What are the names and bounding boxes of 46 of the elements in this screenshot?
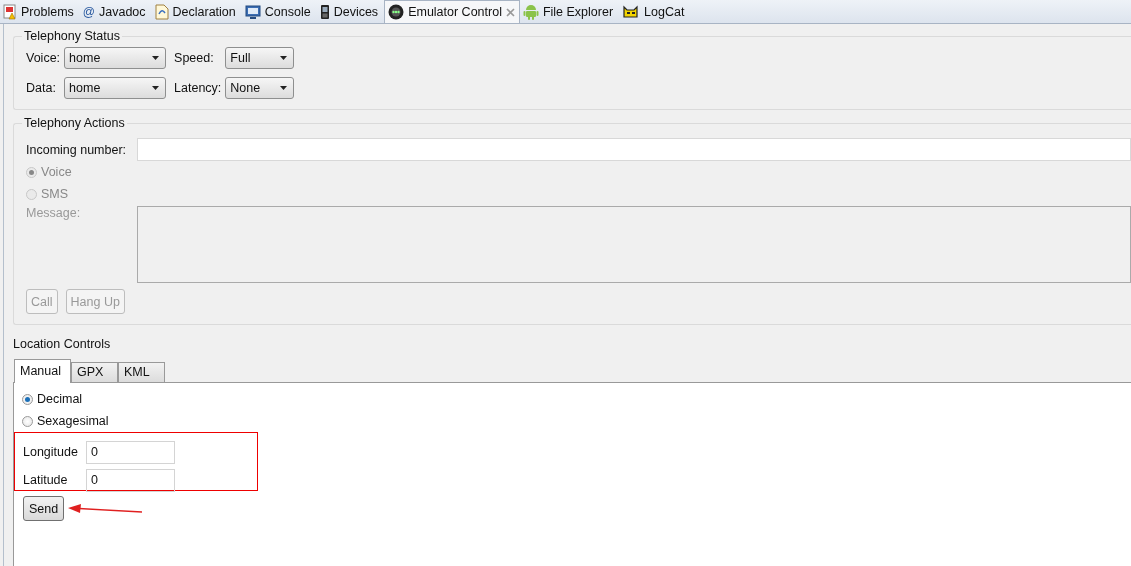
view-tab[interactable]: LogCat — [619, 0, 691, 23]
close-icon — [505, 7, 515, 17]
field-label: Incoming number: — [26, 142, 128, 157]
radio-button[interactable]: Decimal — [14, 388, 1131, 410]
dropdown[interactable]: Full — [225, 47, 295, 69]
coordinate-field[interactable]: 0 — [86, 440, 175, 464]
warning-document-icon — [3, 3, 17, 20]
incoming-number-field[interactable] — [137, 138, 1131, 161]
coordinate-field[interactable]: 0 — [86, 468, 175, 492]
message-field[interactable] — [137, 206, 1131, 283]
send-button[interactable]: Send — [23, 496, 65, 521]
field-label: Message: — [26, 206, 82, 220]
caret-icon — [152, 86, 160, 90]
view-tab[interactable]: Problems — [0, 0, 80, 23]
dropdown[interactable]: None — [225, 77, 295, 99]
caret-icon — [152, 56, 160, 60]
caret-icon — [280, 86, 288, 90]
field-label: Longitude — [23, 445, 79, 459]
round-device-icon — [388, 4, 405, 20]
document-icon — [154, 3, 169, 20]
view-tab[interactable]: Devices — [316, 0, 385, 23]
dropdown[interactable]: home — [64, 77, 167, 99]
phone-icon — [319, 3, 330, 20]
group-title: Telephony Actions — [23, 116, 126, 130]
view-tab[interactable]: Console — [241, 0, 317, 23]
field-label: Latency: — [174, 81, 222, 95]
view-tab[interactable]: Emulator Control — [384, 0, 520, 23]
field-label: Voice: — [26, 51, 61, 65]
view-tab[interactable]: @ Javadoc — [79, 0, 152, 23]
robot-icon — [522, 3, 539, 20]
at-sign-icon: @ — [82, 4, 95, 19]
field-label: Speed: — [174, 51, 215, 65]
monitor-icon — [244, 3, 261, 20]
field-label: Data: — [26, 81, 57, 95]
section-title: Location Controls — [13, 337, 112, 353]
view-tab[interactable]: Declaration — [151, 0, 242, 23]
view-tab[interactable]: File Explorer — [519, 0, 620, 23]
field-label: Latitude — [23, 473, 69, 487]
caret-icon — [280, 56, 288, 60]
group-title: Telephony Status — [23, 29, 121, 43]
dropdown[interactable]: home — [64, 47, 167, 69]
cat-icon — [622, 4, 641, 19]
tab[interactable]: KML — [118, 362, 165, 382]
tab[interactable]: GPX — [71, 362, 118, 382]
tab[interactable]: Manual — [14, 359, 71, 383]
radio-button[interactable]: Sexagesimal — [14, 410, 1131, 432]
